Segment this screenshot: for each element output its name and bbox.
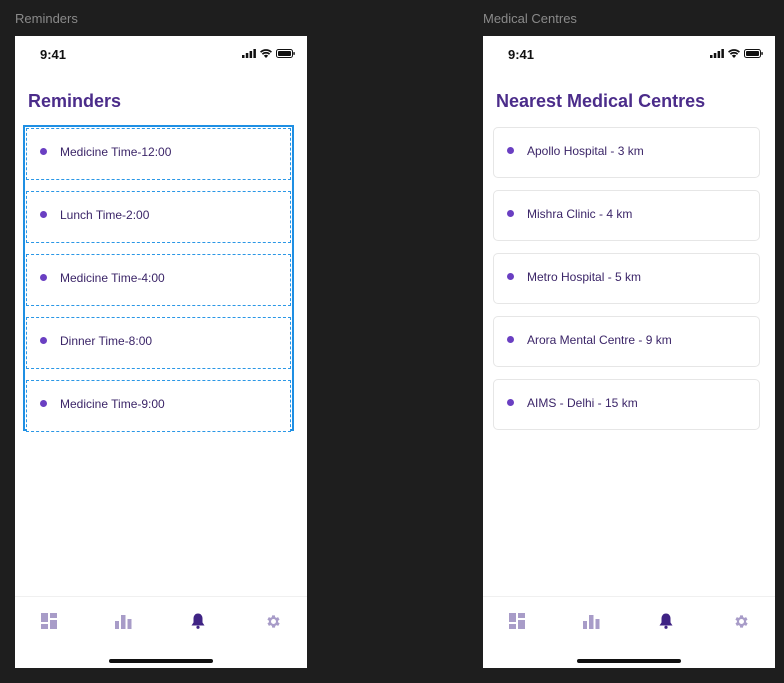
medical-centre-card[interactable]: Metro Hospital - 5 km <box>493 253 760 304</box>
medical-centre-card[interactable]: Apollo Hospital - 3 km <box>493 127 760 178</box>
bullet-icon <box>507 336 514 343</box>
reminder-label: Medicine Time-4:00 <box>60 271 165 285</box>
bullet-icon <box>40 337 47 344</box>
tab-reminders[interactable] <box>188 611 208 631</box>
status-icons <box>242 49 295 58</box>
dashboard-icon <box>41 613 57 629</box>
bell-icon <box>659 613 673 629</box>
bullet-icon <box>507 210 514 217</box>
medical-centre-card[interactable]: AIMS - Delhi - 15 km <box>493 379 760 430</box>
bullet-icon <box>507 273 514 280</box>
centre-label: Arora Mental Centre - 9 km <box>527 333 672 347</box>
reminders-screen: 9:41 Reminders Medicine Time-12:00 Lunch… <box>15 36 307 668</box>
centre-label: Apollo Hospital - 3 km <box>527 144 644 158</box>
reminder-item[interactable]: Medicine Time-12:00 <box>26 128 291 180</box>
gear-icon <box>734 614 748 628</box>
page-title: Nearest Medical Centres <box>496 91 706 111</box>
reminder-label: Medicine Time-12:00 <box>60 145 172 159</box>
centre-label: Metro Hospital - 5 km <box>527 270 642 284</box>
tab-bar <box>15 596 307 668</box>
frame-label-medical-centres: Medical Centres <box>483 11 577 26</box>
medical-centre-card[interactable]: Mishra Clinic - 4 km <box>493 190 760 241</box>
reminder-item[interactable]: Dinner Time-8:00 <box>26 317 291 369</box>
page-title: Reminders <box>28 91 122 111</box>
bar-chart-icon <box>582 614 599 629</box>
status-bar: 9:41 <box>15 36 307 70</box>
bar-chart-icon <box>114 614 131 629</box>
status-bar: 9:41 <box>483 36 775 70</box>
frame-label-reminders: Reminders <box>15 11 78 26</box>
reminder-item[interactable]: Medicine Time-9:00 <box>26 380 291 432</box>
battery-icon <box>744 49 763 58</box>
status-icons <box>710 49 763 58</box>
bullet-icon <box>40 148 47 155</box>
signal-icon <box>242 49 256 58</box>
status-time: 9:41 <box>40 47 67 62</box>
battery-icon <box>276 49 295 58</box>
medical-centres-screen: 9:41 Nearest Medical Centres Apollo Hosp… <box>483 36 775 668</box>
bullet-icon <box>40 274 47 281</box>
wifi-icon <box>260 49 272 58</box>
tab-settings[interactable] <box>263 611 283 631</box>
dashboard-icon <box>509 613 525 629</box>
bullet-icon <box>507 147 514 154</box>
centre-label: Mishra Clinic - 4 km <box>527 207 633 221</box>
signal-icon <box>710 49 724 58</box>
bullet-icon <box>40 400 47 407</box>
tab-stats[interactable] <box>113 611 133 631</box>
medical-centre-card[interactable]: Arora Mental Centre - 9 km <box>493 316 760 367</box>
reminder-label: Lunch Time-2:00 <box>60 208 150 222</box>
tab-settings[interactable] <box>731 611 751 631</box>
reminder-label: Dinner Time-8:00 <box>60 334 153 348</box>
wifi-icon <box>728 49 740 58</box>
home-indicator <box>109 659 213 663</box>
reminders-list: Medicine Time-12:00 Lunch Time-2:00 Medi… <box>23 125 294 432</box>
reminder-item[interactable]: Medicine Time-4:00 <box>26 254 291 306</box>
bullet-icon <box>40 211 47 218</box>
status-time: 9:41 <box>508 47 535 62</box>
reminder-item[interactable]: Lunch Time-2:00 <box>26 191 291 243</box>
gear-icon <box>266 614 280 628</box>
centre-label: AIMS - Delhi - 15 km <box>527 396 638 410</box>
tab-bar <box>483 596 775 668</box>
bell-icon <box>191 613 205 629</box>
home-indicator <box>577 659 681 663</box>
tab-dashboard[interactable] <box>39 611 59 631</box>
reminder-label: Medicine Time-9:00 <box>60 397 165 411</box>
tab-reminders[interactable] <box>656 611 676 631</box>
tab-dashboard[interactable] <box>507 611 527 631</box>
bullet-icon <box>507 399 514 406</box>
tab-stats[interactable] <box>581 611 601 631</box>
